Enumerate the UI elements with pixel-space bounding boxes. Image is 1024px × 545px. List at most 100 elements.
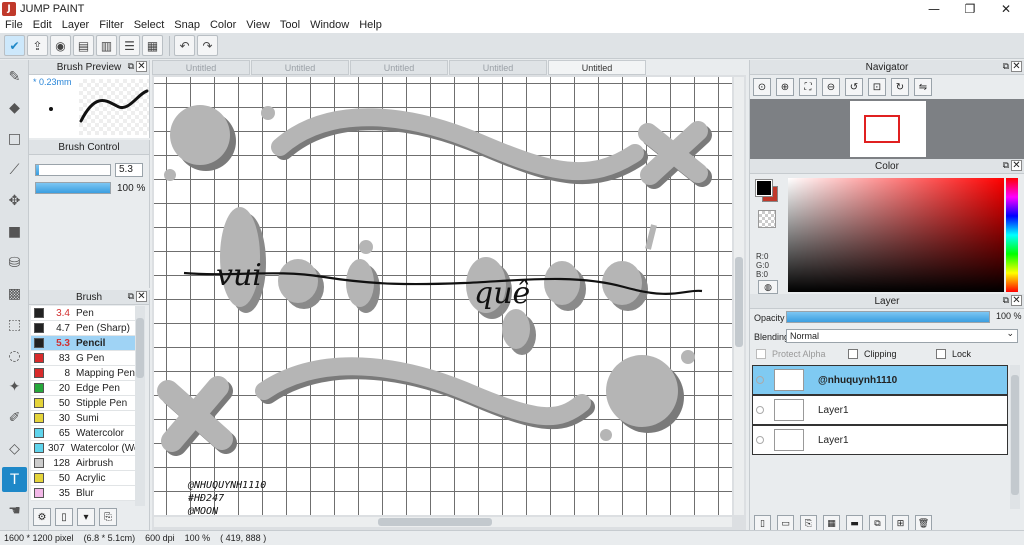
move-tool-icon[interactable]: ✥	[2, 188, 27, 213]
fill-rect-tool-icon[interactable]: ■	[2, 219, 27, 244]
brush-item[interactable]: 50 Acrylic	[31, 471, 135, 486]
layer-row[interactable]: @nhuquynh1110	[752, 365, 1008, 395]
close-button[interactable]: ✕	[988, 0, 1024, 17]
blending-select[interactable]: Normal	[786, 328, 1018, 343]
gradient-tool-icon[interactable]: ▩	[2, 281, 27, 306]
panel-maximize-icon[interactable]: ⧉	[1003, 61, 1009, 72]
visibility-eye-icon[interactable]	[756, 406, 764, 414]
brush-item[interactable]: 20 Edge Pen	[31, 381, 135, 396]
zoom-fit-icon[interactable]: ⊙	[753, 78, 771, 96]
brush-list-scrollbar[interactable]	[135, 306, 145, 506]
document-icon[interactable]: ▥	[96, 35, 117, 56]
layer-row[interactable]: Layer1	[752, 425, 1008, 455]
scroll-thumb[interactable]	[378, 518, 492, 526]
navigator-view[interactable]	[750, 99, 1024, 159]
flip-icon[interactable]: ⇋	[914, 78, 932, 96]
brush-menu-icon[interactable]: ▾	[77, 508, 95, 526]
menu-help[interactable]: Help	[354, 19, 387, 31]
brush-size-slider[interactable]	[35, 164, 111, 176]
brush-item[interactable]: 128 Airbrush	[31, 456, 135, 471]
new-brush-icon[interactable]: ▯	[55, 508, 73, 526]
tab-untitled-4[interactable]: Untitled	[449, 60, 547, 75]
lock-checkbox[interactable]: Lock	[936, 349, 971, 359]
menu-snap[interactable]: Snap	[169, 19, 205, 31]
share-icon[interactable]: ⇪	[27, 35, 48, 56]
brush-item[interactable]: 65 Watercolor	[31, 426, 135, 441]
tab-untitled-active[interactable]: Untitled	[548, 60, 646, 75]
panel-maximize-icon[interactable]: ⧉	[1003, 160, 1009, 171]
panel-close-icon[interactable]: ✕	[1011, 160, 1022, 171]
hand-tool-icon[interactable]: ☚	[2, 498, 27, 523]
brush-copy-icon[interactable]: ⎘	[99, 508, 117, 526]
panel-maximize-icon[interactable]: ⧉	[128, 61, 134, 72]
navigator-viewport-rect[interactable]	[864, 115, 900, 143]
text-tool-icon[interactable]: T	[2, 467, 27, 492]
bucket-tool-icon[interactable]: ⛁	[2, 250, 27, 275]
brush-item[interactable]: 4.7 Pen (Sharp)	[31, 321, 135, 336]
scroll-thumb[interactable]	[1011, 375, 1019, 495]
menu-filter[interactable]: Filter	[94, 19, 128, 31]
reset-view-icon[interactable]: ⊡	[868, 78, 886, 96]
panel-close-icon[interactable]: ✕	[136, 61, 147, 72]
brush-item[interactable]: 83 G Pen	[31, 351, 135, 366]
message-icon[interactable]: ▤	[73, 35, 94, 56]
brush-item[interactable]: 8 Mapping Pen	[31, 366, 135, 381]
hue-slider[interactable]	[1006, 178, 1018, 292]
color-picker-icon[interactable]: ◍	[758, 280, 778, 294]
layer-opacity-slider[interactable]	[786, 311, 990, 323]
undo-icon[interactable]: ↶	[174, 35, 195, 56]
clipping-checkbox[interactable]: Clipping	[848, 349, 897, 359]
brush-size-input[interactable]: 5.3	[115, 163, 143, 177]
menu-layer[interactable]: Layer	[57, 19, 95, 31]
saturation-value-picker[interactable]	[788, 178, 1004, 292]
brush-item[interactable]: 5.3 Pencil	[31, 336, 135, 351]
visibility-eye-icon[interactable]	[756, 376, 764, 384]
brush-item[interactable]: 3.4 Pen	[31, 306, 135, 321]
brush-item[interactable]: 30 Sumi	[31, 411, 135, 426]
zoom-in-icon[interactable]: ⊕	[776, 78, 794, 96]
panel-maximize-icon[interactable]: ⧉	[128, 291, 134, 302]
rotate-right-icon[interactable]: ↻	[891, 78, 909, 96]
drawing-canvas[interactable]: vui quê @NHUQUYNH1110 #HĐ247 @MOON	[154, 77, 732, 515]
scroll-thumb[interactable]	[136, 318, 144, 378]
visibility-eye-icon[interactable]	[756, 436, 764, 444]
menu-select[interactable]: Select	[129, 19, 170, 31]
magic-wand-tool-icon[interactable]: ✦	[2, 374, 27, 399]
brush-tool-icon[interactable]: ✎	[2, 64, 27, 89]
brush-item[interactable]: 50 Stipple Pen	[31, 396, 135, 411]
canvas-vertical-scrollbar[interactable]	[734, 77, 744, 515]
foreground-color-swatch[interactable]	[755, 179, 773, 197]
menu-file[interactable]: File	[0, 19, 28, 31]
eraser-tool-icon[interactable]: ◆	[2, 95, 27, 120]
brush-item[interactable]: 35 Blur	[31, 486, 135, 501]
lasso-tool-icon[interactable]: ◌	[2, 343, 27, 368]
comment-icon[interactable]: ◉	[50, 35, 71, 56]
select-pen-tool-icon[interactable]: ✐	[2, 405, 27, 430]
layer-row[interactable]: Layer1	[752, 395, 1008, 425]
menu-view[interactable]: View	[241, 19, 275, 31]
dot-brush-tool-icon[interactable]: ⟋	[2, 157, 27, 182]
select-rect-tool-icon[interactable]: ⬚	[2, 312, 27, 337]
canvas-horizontal-scrollbar[interactable]	[154, 517, 732, 527]
brush-settings-icon[interactable]: ⚙	[33, 508, 51, 526]
brush-opacity-slider[interactable]	[35, 182, 111, 194]
list-icon[interactable]: ☰	[119, 35, 140, 56]
grid-check-icon[interactable]: ▦	[142, 35, 163, 56]
rectangle-tool-icon[interactable]: □	[2, 126, 27, 151]
panel-maximize-icon[interactable]: ⧉	[1003, 295, 1009, 306]
minimize-button[interactable]: —	[916, 0, 952, 17]
menu-tool[interactable]: Tool	[275, 19, 305, 31]
brush-item[interactable]: 307 Watercolor (We	[31, 441, 135, 456]
tab-untitled-1[interactable]: Untitled	[152, 60, 250, 75]
rotate-left-icon[interactable]: ↺	[845, 78, 863, 96]
panel-close-icon[interactable]: ✕	[136, 291, 147, 302]
menu-window[interactable]: Window	[305, 19, 354, 31]
tab-untitled-2[interactable]: Untitled	[251, 60, 349, 75]
redo-icon[interactable]: ↷	[197, 35, 218, 56]
menu-color[interactable]: Color	[205, 19, 241, 31]
zoom-actual-icon[interactable]: ⛶	[799, 78, 817, 96]
maximize-button[interactable]: ❐	[952, 0, 988, 17]
layer-list-scrollbar[interactable]	[1010, 365, 1020, 509]
tab-untitled-3[interactable]: Untitled	[350, 60, 448, 75]
transparent-color-swatch[interactable]	[758, 210, 776, 228]
